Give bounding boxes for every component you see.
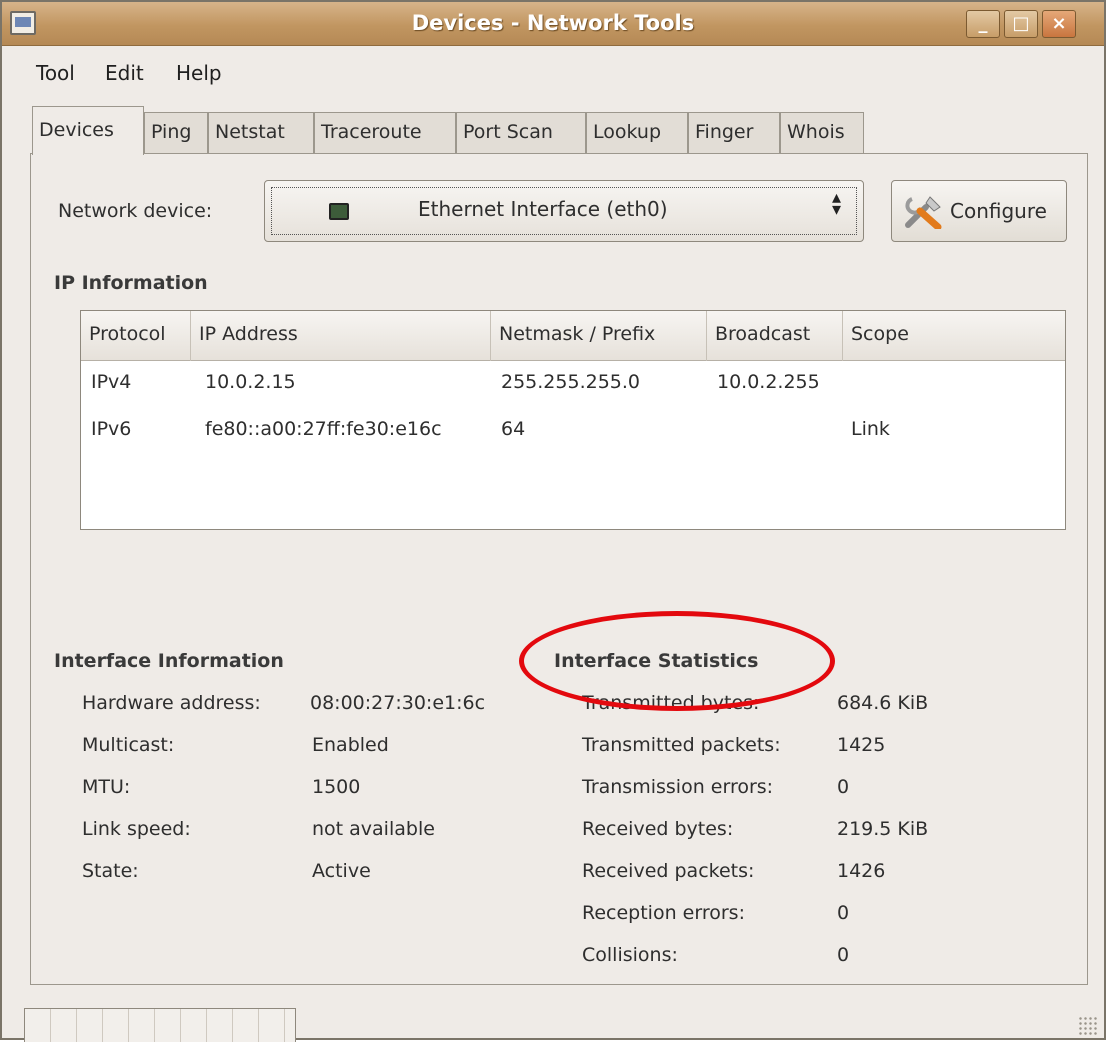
- reception-errors-label: Reception errors:: [582, 902, 745, 924]
- column-protocol[interactable]: Protocol: [81, 311, 191, 361]
- interface-statistics-heading: Interface Statistics: [554, 650, 759, 672]
- column-netmask[interactable]: Netmask / Prefix: [491, 311, 707, 361]
- network-device-value: Ethernet Interface (eth0): [418, 197, 668, 221]
- window-title: Devices - Network Tools: [411, 11, 695, 35]
- status-bar: [2, 994, 1104, 1042]
- transmitted-packets-label: Transmitted packets:: [582, 734, 781, 756]
- mtu-label: MTU:: [82, 776, 131, 798]
- tab-port-scan[interactable]: Port Scan: [456, 112, 586, 154]
- menu-edit[interactable]: Edit: [105, 61, 144, 85]
- received-packets-value: 1426: [837, 860, 886, 882]
- column-scope[interactable]: Scope: [843, 311, 1065, 361]
- mtu-value: 1500: [312, 776, 361, 798]
- multicast-value: Enabled: [312, 734, 389, 756]
- hardware-address-label: Hardware address:: [82, 692, 261, 714]
- transmission-errors-label: Transmission errors:: [582, 776, 774, 798]
- menu-tool[interactable]: Tool: [36, 61, 75, 85]
- table-cell: IPv6: [91, 418, 132, 440]
- tab-netstat[interactable]: Netstat: [208, 112, 314, 154]
- close-button[interactable]: ×: [1042, 10, 1076, 38]
- maximize-button[interactable]: □: [1004, 10, 1038, 38]
- network-device-select[interactable]: Ethernet Interface (eth0): [264, 180, 864, 242]
- table-cell: 64: [501, 418, 526, 440]
- tab-devices[interactable]: Devices: [32, 106, 144, 155]
- transmitted-bytes-value: 684.6 KiB: [837, 692, 929, 714]
- table-cell: 10.0.2.255: [717, 371, 820, 393]
- state-label: State:: [82, 860, 139, 882]
- received-bytes-value: 219.5 KiB: [837, 818, 929, 840]
- tab-finger[interactable]: Finger: [688, 112, 780, 154]
- resize-grip-icon[interactable]: [1078, 1016, 1098, 1036]
- tab-ping[interactable]: Ping: [144, 112, 208, 154]
- network-device-label: Network device:: [58, 200, 213, 222]
- link-speed-value: not available: [312, 818, 435, 840]
- network-tools-window: Devices - Network Tools _ □ × Tool Edit …: [0, 0, 1106, 1042]
- minimize-button[interactable]: _: [966, 10, 1000, 38]
- reception-errors-value: 0: [837, 902, 850, 924]
- ip-table[interactable]: Protocol IP Address Netmask / Prefix Bro…: [80, 310, 1066, 530]
- configure-button[interactable]: Configure: [891, 180, 1067, 242]
- received-packets-label: Received packets:: [582, 860, 755, 882]
- table-cell: 255.255.255.0: [501, 371, 641, 393]
- title-bar[interactable]: Devices - Network Tools _ □ ×: [2, 2, 1104, 46]
- received-bytes-label: Received bytes:: [582, 818, 734, 840]
- tab-traceroute[interactable]: Traceroute: [314, 112, 456, 154]
- column-ip-address[interactable]: IP Address: [191, 311, 491, 361]
- table-cell: fe80::a00:27ff:fe30:e16c: [205, 418, 442, 440]
- status-progress-box: [24, 1008, 296, 1042]
- multicast-label: Multicast:: [82, 734, 175, 756]
- menu-help[interactable]: Help: [176, 61, 222, 85]
- configure-label: Configure: [950, 199, 1047, 223]
- column-broadcast[interactable]: Broadcast: [707, 311, 843, 361]
- link-speed-label: Link speed:: [82, 818, 191, 840]
- network-card-icon: [329, 203, 349, 220]
- state-value: Active: [312, 860, 371, 882]
- ip-information-heading: IP Information: [54, 272, 208, 294]
- collisions-label: Collisions:: [582, 944, 678, 966]
- ip-table-header: Protocol IP Address Netmask / Prefix Bro…: [81, 311, 1065, 361]
- transmitted-bytes-label: Transmitted bytes:: [582, 692, 760, 714]
- tools-icon: [905, 196, 942, 229]
- tab-lookup[interactable]: Lookup: [586, 112, 688, 154]
- menu-bar: Tool Edit Help: [2, 47, 1104, 97]
- transmission-errors-value: 0: [837, 776, 850, 798]
- tab-whois[interactable]: Whois: [780, 112, 864, 154]
- transmitted-packets-value: 1425: [837, 734, 886, 756]
- table-cell: 10.0.2.15: [205, 371, 296, 393]
- interface-information-heading: Interface Information: [54, 650, 284, 672]
- hardware-address-value: 08:00:27:30:e1:6c: [310, 692, 486, 714]
- table-cell: Link: [851, 418, 890, 440]
- collisions-value: 0: [837, 944, 850, 966]
- updown-arrow-icon: ▴ ▾: [832, 187, 842, 220]
- table-cell: IPv4: [91, 371, 132, 393]
